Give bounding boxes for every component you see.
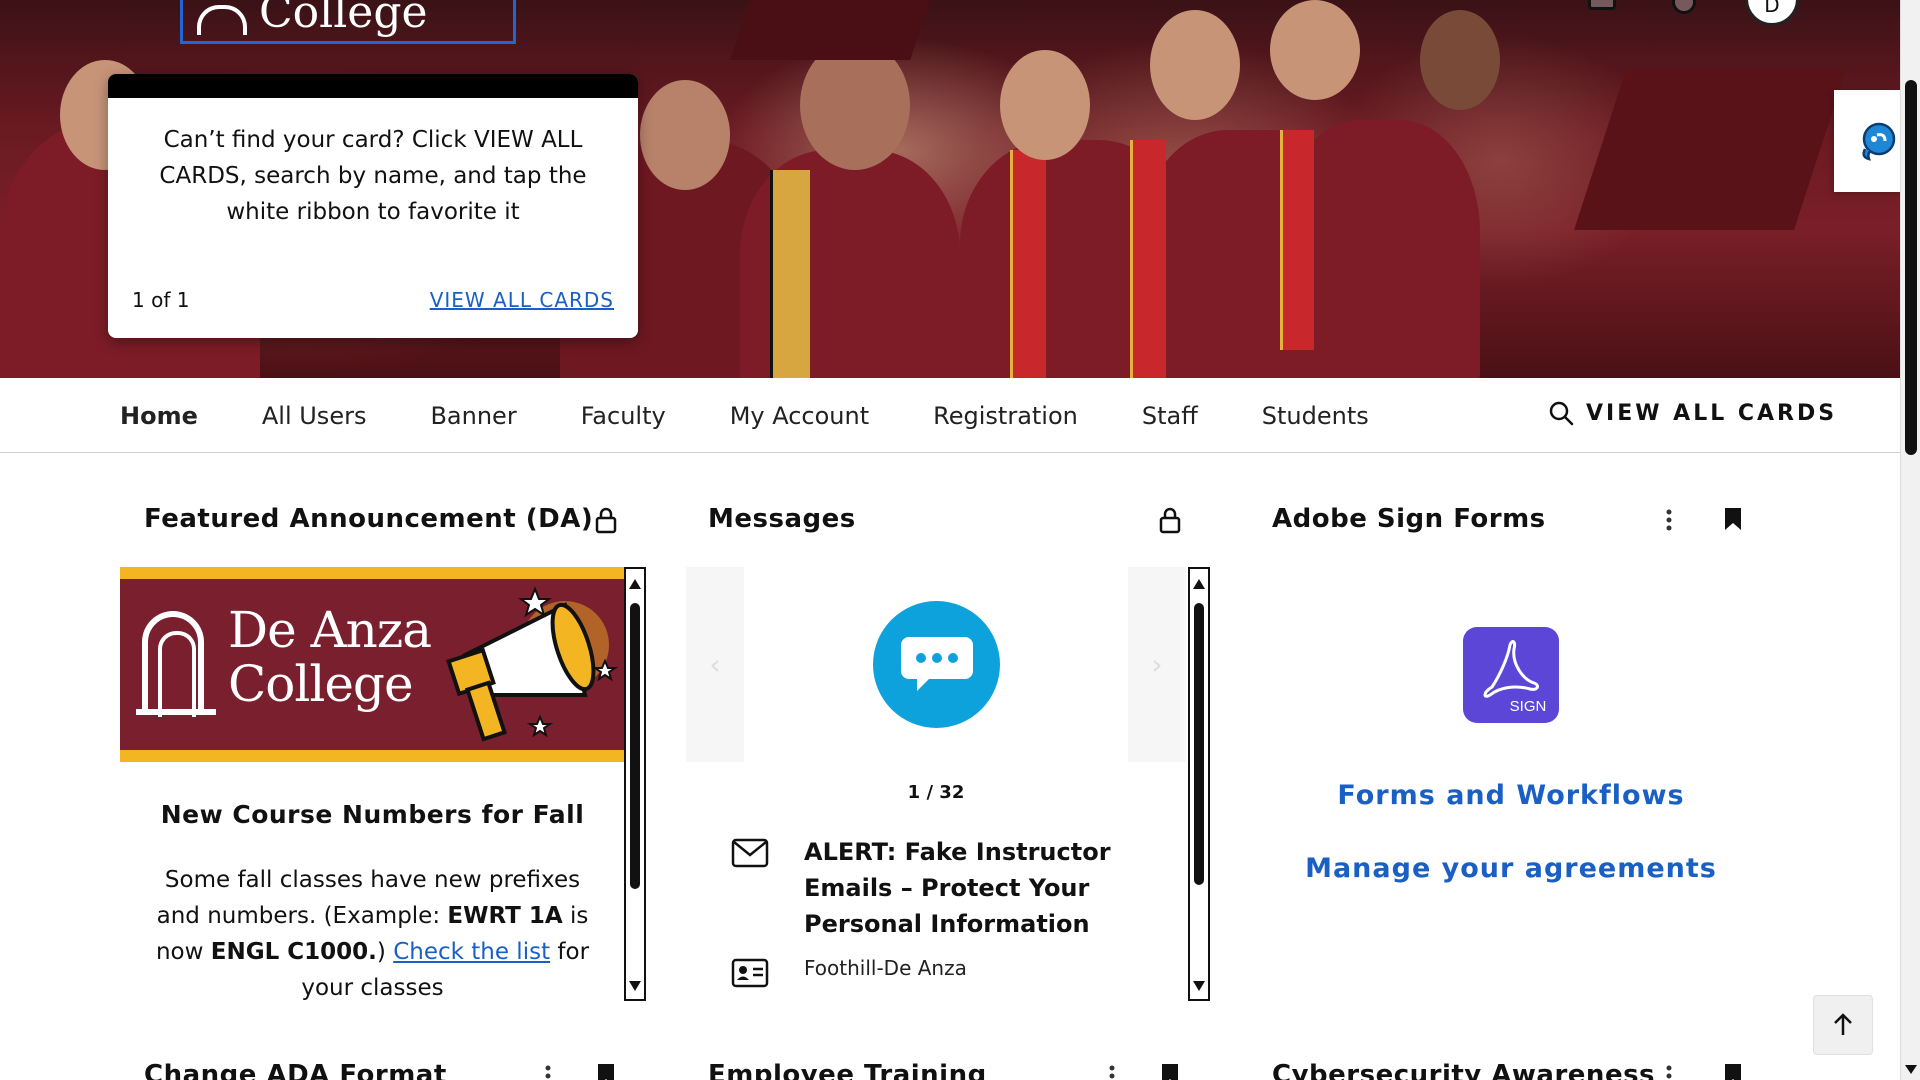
tab-students[interactable]: Students [1262,402,1369,430]
tab-faculty[interactable]: Faculty [581,402,666,430]
tab-my-account[interactable]: My Account [730,402,869,430]
more-options-icon[interactable] [1107,1064,1117,1080]
forms-and-workflows-link[interactable]: Forms and Workflows [1300,780,1722,811]
de-anza-banner-image: De Anza College [120,567,625,762]
announcement-body: Some fall classes have new prefixes and … [150,862,595,1006]
lock-icon [595,507,617,534]
tab-home[interactable]: Home [120,402,198,430]
adobe-sign-icon[interactable]: SIGN [1463,627,1559,723]
college-logo-text: College [259,0,428,38]
user-avatar-initial: D [1764,0,1780,17]
more-options-icon[interactable] [1664,1064,1674,1080]
carousel-prev-button[interactable]: ‹ [686,567,744,762]
tab-banner[interactable]: Banner [430,402,516,430]
announcement-headline: New Course Numbers for Fall [160,800,585,829]
page-scroll-down-arrow[interactable] [1905,1065,1917,1074]
tab-staff[interactable]: Staff [1142,402,1198,430]
featured-card-scroll-thumb[interactable] [630,603,640,889]
tab-registration[interactable]: Registration [933,402,1078,430]
message-source: Foothill-De Anza [804,956,967,980]
cybersecurity-awareness-title: Cybersecurity Awareness [1272,1060,1656,1080]
nav-tabs: Home All Users Banner Faculty My Account… [120,378,1433,453]
more-options-icon[interactable] [543,1064,553,1080]
adobe-card-title: Adobe Sign Forms [1272,504,1546,534]
help-chat-icon [1862,122,1896,161]
banner-name-line2: College [228,655,414,713]
main-nav: Home All Users Banner Faculty My Account… [0,378,1900,453]
bookmark-icon[interactable] [1723,1062,1743,1080]
message-counter: 1 / 32 [907,782,965,803]
arrow-up-icon [1834,1013,1852,1035]
manage-agreements-link[interactable]: Manage your agreements [1300,853,1722,884]
check-the-list-link[interactable]: Check the list [393,939,550,965]
change-ada-format-title: Change ADA Format [144,1060,447,1080]
college-logo[interactable]: College [180,0,516,44]
college-logo-mark [197,5,247,35]
popup-view-all-link[interactable]: VIEW ALL CARDS [430,288,614,312]
popup-pager: 1 of 1 [132,288,190,312]
announcement-body-text-3: ) [376,939,386,965]
card-tip-popup: Can’t find your card? Click VIEW ALL CAR… [108,74,638,338]
employee-training-title: Employee Training [708,1060,987,1080]
more-options-icon[interactable] [1664,508,1674,532]
carousel-next-button[interactable]: › [1128,567,1186,762]
announcement-new-code: ENGL C1000. [210,939,377,965]
featured-card-scrollbar[interactable] [624,567,646,1001]
announcement-old-code: EWRT 1A [447,903,563,929]
view-all-cards-button[interactable]: VIEW ALL CARDS [1548,400,1837,426]
bookmark-icon[interactable] [596,1062,616,1080]
de-anza-logo-text: De Anza College [228,601,432,713]
popup-message: Can’t find your card? Click VIEW ALL CAR… [159,127,587,225]
page-scrollbar[interactable] [1900,0,1920,1080]
message-title[interactable]: ALERT: Fake Instructor Emails – Protect … [804,834,1134,942]
adobe-tile-label: SIGN [1510,698,1546,715]
envelope-icon [731,838,769,868]
messages-card-scroll-thumb[interactable] [1194,603,1204,885]
bookmark-icon[interactable] [1160,1062,1180,1080]
messages-card-scrollbar[interactable] [1188,567,1210,1001]
search-icon [1549,401,1574,426]
popup-header-bar [108,74,638,98]
tab-all-users[interactable]: All Users [262,402,367,430]
bookmark-icon[interactable] [1723,506,1743,532]
view-all-cards-label: VIEW ALL CARDS [1586,400,1838,426]
back-to-top-button[interactable] [1813,995,1873,1055]
banner-name-line1: De Anza [228,601,432,659]
lock-icon [1159,507,1181,534]
featured-card-title: Featured Announcement (DA) [144,504,594,534]
page-scrollbar-thumb[interactable] [1905,80,1917,455]
id-card-icon [731,958,769,988]
notifications-icon[interactable] [1588,0,1616,10]
megaphone-icon [446,586,619,742]
message-bubble-icon [873,601,1000,728]
de-anza-logo-mark [142,611,204,717]
messages-card-title: Messages [708,504,856,534]
